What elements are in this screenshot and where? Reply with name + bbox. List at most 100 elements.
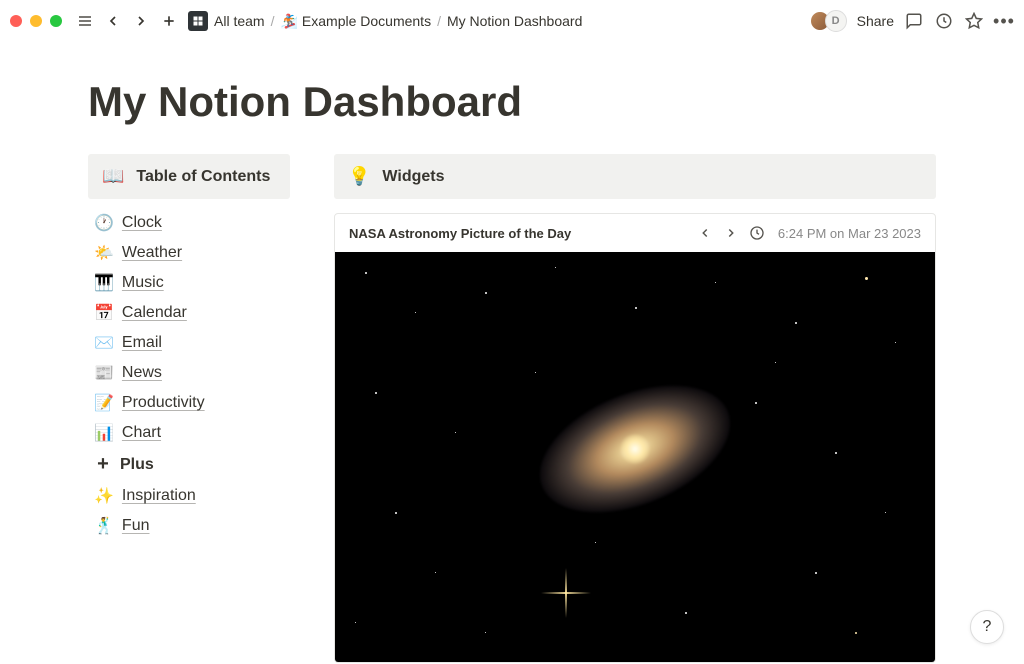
toc-list: 🕐 Clock 🌤️ Weather 🎹 Music 📅 Calendar ✉️: [88, 213, 290, 536]
star-graphic: [555, 267, 556, 268]
sparkle-emoji-icon: ✨: [94, 486, 114, 506]
share-button[interactable]: Share: [857, 13, 894, 29]
star-graphic: [535, 372, 536, 373]
toc-item-label: Chart: [122, 424, 161, 442]
chart-emoji-icon: 📊: [94, 423, 114, 443]
music-emoji-icon: 🎹: [94, 273, 114, 293]
star-graphic: [365, 272, 367, 274]
more-options-icon[interactable]: •••: [994, 11, 1014, 31]
toc-item-label: Calendar: [122, 304, 187, 322]
star-graphic: [635, 307, 637, 309]
favorite-star-icon[interactable]: [964, 11, 984, 31]
toc-item-news[interactable]: 📰 News: [94, 363, 290, 383]
toc-item-clock[interactable]: 🕐 Clock: [94, 213, 290, 233]
clock-icon: [748, 224, 766, 242]
breadcrumb-folder-label: Example Documents: [302, 13, 431, 29]
apod-timestamp: 6:24 PM on Mar 23 2023: [778, 226, 921, 241]
breadcrumb-workspace[interactable]: All team: [214, 13, 265, 29]
toc-item-label: Productivity: [122, 394, 205, 412]
toc-item-weather[interactable]: 🌤️ Weather: [94, 243, 290, 263]
star-graphic: [755, 402, 757, 404]
toc-item-chart[interactable]: 📊 Chart: [94, 423, 290, 443]
star-graphic: [595, 542, 596, 543]
window-traffic-lights: [10, 15, 62, 27]
toc-item-label: News: [122, 364, 162, 382]
toc-item-inspiration[interactable]: ✨ Inspiration: [94, 486, 290, 506]
star-graphic: [795, 322, 797, 324]
widgets-header[interactable]: 💡 Widgets: [334, 154, 936, 199]
calendar-emoji-icon: 📅: [94, 303, 114, 323]
forward-button[interactable]: [130, 10, 152, 32]
widgets-column: 💡 Widgets NASA Astronomy Picture of the …: [334, 154, 936, 663]
prev-day-button[interactable]: [696, 224, 714, 242]
breadcrumb: All team / 🏂 Example Documents / My Noti…: [214, 13, 582, 30]
productivity-emoji-icon: 📝: [94, 393, 114, 413]
close-window-button[interactable]: [10, 15, 22, 27]
apod-widget-header: NASA Astronomy Picture of the Day 6:24 P…: [335, 214, 935, 252]
toc-item-calendar[interactable]: 📅 Calendar: [94, 303, 290, 323]
star-graphic: [395, 512, 397, 514]
toc-item-email[interactable]: ✉️ Email: [94, 333, 290, 353]
back-button[interactable]: [102, 10, 124, 32]
toc-item-label: Clock: [122, 214, 162, 232]
star-graphic: [865, 277, 868, 280]
star-graphic: [375, 392, 377, 394]
toc-column: 📖 Table of Contents 🕐 Clock 🌤️ Weather 🎹…: [88, 154, 290, 663]
toc-item-label: Email: [122, 334, 162, 352]
menu-icon[interactable]: [74, 10, 96, 32]
next-day-button[interactable]: [722, 224, 740, 242]
star-graphic: [435, 572, 436, 573]
star-graphic: [815, 572, 817, 574]
widgets-header-title: Widgets: [382, 168, 444, 186]
toc-item-label: Music: [122, 274, 164, 292]
galaxy-graphic: [522, 360, 749, 537]
toc-item-music[interactable]: 🎹 Music: [94, 273, 290, 293]
updates-clock-icon[interactable]: [934, 11, 954, 31]
star-graphic: [855, 632, 857, 634]
columns: 📖 Table of Contents 🕐 Clock 🌤️ Weather 🎹…: [88, 154, 936, 663]
star-graphic: [715, 282, 716, 283]
email-emoji-icon: ✉️: [94, 333, 114, 353]
weather-emoji-icon: 🌤️: [94, 243, 114, 263]
page-title[interactable]: My Notion Dashboard: [88, 78, 936, 126]
folder-emoji-icon: 🏂: [280, 13, 297, 30]
topbar-right: D Share •••: [809, 10, 1014, 32]
apod-image[interactable]: [335, 252, 935, 662]
star-graphic: [565, 592, 567, 594]
star-graphic: [485, 292, 487, 294]
breadcrumb-separator: /: [271, 13, 275, 29]
dance-emoji-icon: 🕺: [94, 516, 114, 536]
new-page-button[interactable]: [158, 10, 180, 32]
toc-item-label: Weather: [122, 244, 182, 262]
avatar: D: [825, 10, 847, 32]
presence-avatars[interactable]: D: [809, 10, 847, 32]
comments-icon[interactable]: [904, 11, 924, 31]
star-graphic: [835, 452, 837, 454]
star-graphic: [775, 362, 776, 363]
breadcrumb-page[interactable]: My Notion Dashboard: [447, 13, 582, 29]
page-content: My Notion Dashboard 📖 Table of Contents …: [0, 42, 1024, 663]
apod-widget-title: NASA Astronomy Picture of the Day: [349, 226, 571, 241]
news-emoji-icon: 📰: [94, 363, 114, 383]
workspace-icon[interactable]: [188, 11, 208, 31]
book-icon: 📖: [102, 166, 124, 187]
toc-item-fun[interactable]: 🕺 Fun: [94, 516, 290, 536]
star-graphic: [685, 612, 687, 614]
breadcrumb-separator: /: [437, 13, 441, 29]
toc-item-plus[interactable]: + Plus: [94, 453, 290, 476]
help-button[interactable]: ?: [970, 610, 1004, 644]
toc-item-label: Plus: [120, 456, 154, 474]
toc-item-label: Fun: [122, 517, 150, 535]
topbar: All team / 🏂 Example Documents / My Noti…: [0, 0, 1024, 42]
star-graphic: [885, 512, 886, 513]
clock-emoji-icon: 🕐: [94, 213, 114, 233]
breadcrumb-folder[interactable]: 🏂 Example Documents: [280, 13, 431, 30]
star-graphic: [455, 432, 456, 433]
maximize-window-button[interactable]: [50, 15, 62, 27]
toc-header-title: Table of Contents: [136, 168, 270, 186]
toc-item-label: Inspiration: [122, 487, 196, 505]
minimize-window-button[interactable]: [30, 15, 42, 27]
toc-item-productivity[interactable]: 📝 Productivity: [94, 393, 290, 413]
toc-header[interactable]: 📖 Table of Contents: [88, 154, 290, 199]
plus-icon: +: [94, 453, 112, 476]
